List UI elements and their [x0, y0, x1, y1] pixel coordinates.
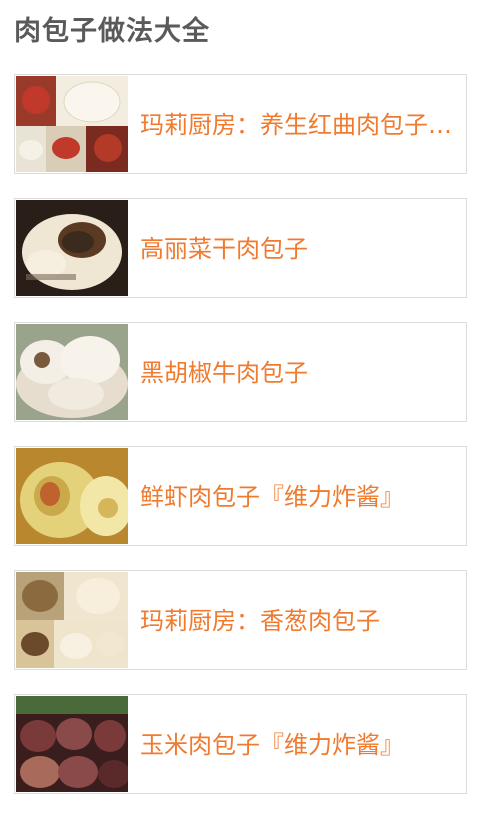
recipe-title[interactable]: 高丽菜干肉包子: [140, 199, 458, 299]
recipe-title[interactable]: 玉米肉包子『维力炸酱』: [140, 695, 458, 795]
scallion-bun-collage-image: [16, 572, 128, 668]
steamed-buns-plate-image: [16, 324, 128, 420]
recipe-item[interactable]: 玛莉厨房：香葱肉包子: [14, 570, 467, 670]
shrimp-bun-image: [16, 448, 128, 544]
corn-bun-tray-image: [16, 696, 128, 792]
recipe-title[interactable]: 玛莉厨房：香葱肉包子: [140, 571, 458, 671]
meat-bun-collage-image: [16, 76, 128, 172]
recipe-title[interactable]: 鲜虾肉包子『维力炸酱』: [140, 447, 458, 547]
recipe-item[interactable]: 高丽菜干肉包子: [14, 198, 467, 298]
recipe-item[interactable]: 黑胡椒牛肉包子: [14, 322, 467, 422]
meat-bun-cut-image: [16, 200, 128, 296]
recipe-title[interactable]: 玛莉厨房：养生红曲肉包子《老...: [140, 75, 458, 175]
recipe-title[interactable]: 黑胡椒牛肉包子: [140, 323, 458, 423]
recipe-list: 玛莉厨房：养生红曲肉包子《老... 高丽菜干肉包子: [14, 74, 467, 818]
page-title: 肉包子做法大全: [14, 16, 210, 47]
recipe-item[interactable]: 玛莉厨房：养生红曲肉包子《老...: [14, 74, 467, 174]
recipe-item[interactable]: 鲜虾肉包子『维力炸酱』: [14, 446, 467, 546]
recipe-item[interactable]: 玉米肉包子『维力炸酱』: [14, 694, 467, 794]
